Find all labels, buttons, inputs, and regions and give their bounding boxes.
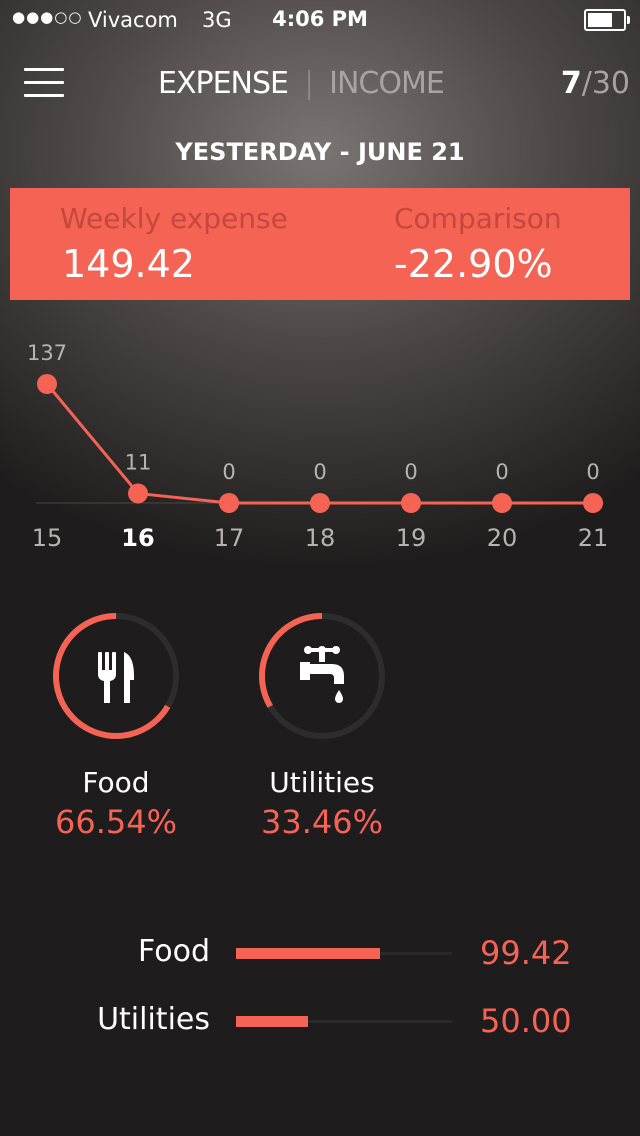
data-label: 0: [404, 460, 417, 484]
category-utilities[interactable]: Utilities 33.46%: [252, 610, 392, 841]
breakdown-bar-fill: [236, 1016, 309, 1027]
menu-line: [24, 94, 64, 97]
food-ring-progress: [53, 613, 179, 739]
menu-line: [24, 81, 64, 84]
weekly-expense-value: 149.42: [62, 242, 195, 286]
data-point: [310, 493, 330, 513]
menu-line: [24, 68, 64, 71]
category-name: Utilities: [269, 766, 375, 799]
expense-income-tabs: EXPENSE | INCOME: [158, 66, 445, 101]
category-percent: 33.46%: [260, 803, 383, 841]
data-point: [492, 493, 512, 513]
data-point: [219, 493, 239, 513]
data-label: 0: [495, 460, 508, 484]
breakdown-row-food[interactable]: Food 99.42: [0, 930, 640, 980]
weekly-expense-label: Weekly expense: [60, 202, 288, 235]
food-progress-ring: [50, 610, 182, 742]
x-tick-label: 17: [214, 524, 245, 552]
comparison-value: -22.90%: [394, 242, 553, 286]
tab-separator: |: [304, 66, 314, 101]
data-label: 0: [313, 460, 326, 484]
battery-level-fill: [588, 13, 612, 27]
x-tick-label: 20: [487, 524, 518, 552]
data-point: [401, 493, 421, 513]
x-tick-label: 21: [578, 524, 609, 552]
summary-banner: Weekly expense 149.42 Comparison -22.90%: [10, 188, 630, 300]
utilities-progress-ring: [256, 610, 388, 742]
clock: 4:06 PM: [272, 7, 368, 31]
page-total: /30: [581, 66, 630, 101]
data-label: 137: [27, 341, 67, 365]
water-tap-icon: [300, 646, 344, 703]
category-food[interactable]: Food 66.54%: [46, 610, 186, 841]
data-label: 0: [586, 460, 599, 484]
comparison-label: Comparison: [394, 202, 562, 235]
tab-income[interactable]: INCOME: [329, 66, 445, 101]
x-tick-label: 19: [396, 524, 427, 552]
series-line: [45, 383, 593, 505]
fork-knife-icon: [98, 652, 134, 703]
status-bar: ●●●○○ Vivacom 3G 4:06 PM: [0, 0, 640, 40]
utilities-ring-svg: [259, 613, 385, 739]
food-ring-svg: [53, 613, 179, 739]
data-point: [128, 483, 148, 504]
hamburger-menu-icon[interactable]: [24, 68, 64, 100]
x-tick-label: 15: [32, 524, 63, 552]
breakdown-value: 99.42: [480, 934, 572, 972]
breakdown-row-utilities[interactable]: Utilities 50.00: [0, 998, 640, 1048]
category-name: Food: [82, 766, 150, 799]
x-tick-label: 16: [121, 524, 154, 552]
category-percent: 66.54%: [54, 803, 177, 841]
page-indicator: 7/30: [561, 66, 630, 101]
breakdown-name: Food: [138, 934, 210, 969]
breakdown-value: 50.00: [480, 1002, 572, 1040]
x-tick-label: 18: [305, 524, 336, 552]
tab-expense[interactable]: EXPENSE: [158, 66, 289, 101]
page-current: 7: [560, 66, 582, 101]
battery-tip: [627, 16, 630, 24]
data-label: 11: [125, 450, 152, 474]
breakdown-name: Utilities: [97, 1002, 210, 1037]
battery-icon: [584, 9, 630, 31]
utilities-ring-progress: [259, 613, 385, 739]
breakdown-bar-fill: [236, 948, 380, 959]
data-label: 0: [222, 460, 235, 484]
daily-expense-line-chart: 137 15 11 16 0 17 0 18 0 19 0 20 0 21: [27, 341, 609, 552]
data-point: [583, 493, 603, 513]
date-title: YESTERDAY - JUNE 21: [175, 138, 465, 166]
data-point: [37, 374, 57, 394]
top-navigation: EXPENSE | INCOME 7/30: [0, 58, 640, 108]
